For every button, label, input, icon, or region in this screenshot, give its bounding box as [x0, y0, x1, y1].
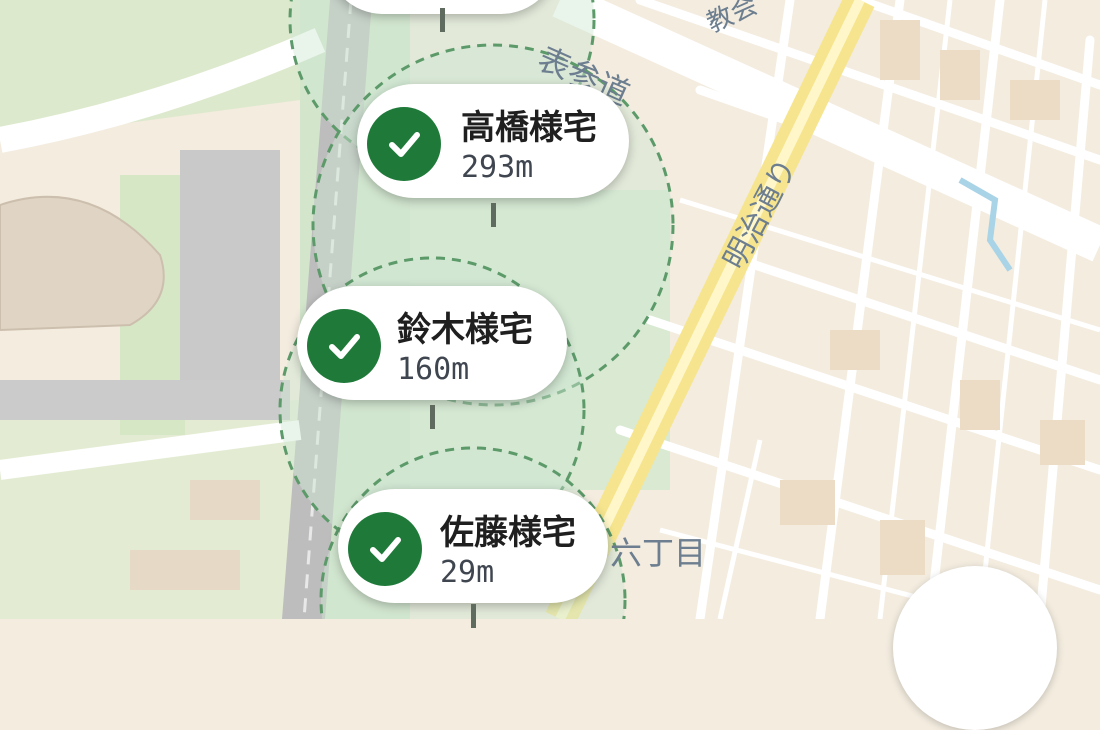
marker-name: 佐藤様宅 [440, 513, 576, 553]
marker-name: 鈴木様宅 [397, 310, 533, 350]
location-marker-takahashi[interactable]: 高橋様宅 293m [357, 84, 629, 198]
marker-pin [430, 405, 435, 429]
gray-strip [0, 380, 290, 420]
marker-pin [491, 203, 496, 227]
check-icon [348, 512, 422, 586]
gray-structure [180, 150, 280, 400]
marker-pin [471, 604, 476, 628]
location-marker-suzuki[interactable]: 鈴木様宅 160m [297, 286, 567, 400]
marker-distance: 29m [440, 555, 495, 590]
map-label-rokuchome: 六丁目 [610, 534, 707, 572]
check-icon [307, 309, 381, 383]
marker-pin [440, 8, 445, 32]
marker-distance: 293m [461, 150, 534, 185]
floating-action-button[interactable] [893, 566, 1057, 730]
building-block [130, 550, 240, 590]
marker-distance: 160m [397, 352, 470, 387]
location-marker-sato[interactable]: 佐藤様宅 29m [338, 489, 608, 603]
building-block [190, 480, 260, 520]
check-icon [367, 107, 441, 181]
marker-name: 高橋様宅 [461, 108, 597, 148]
